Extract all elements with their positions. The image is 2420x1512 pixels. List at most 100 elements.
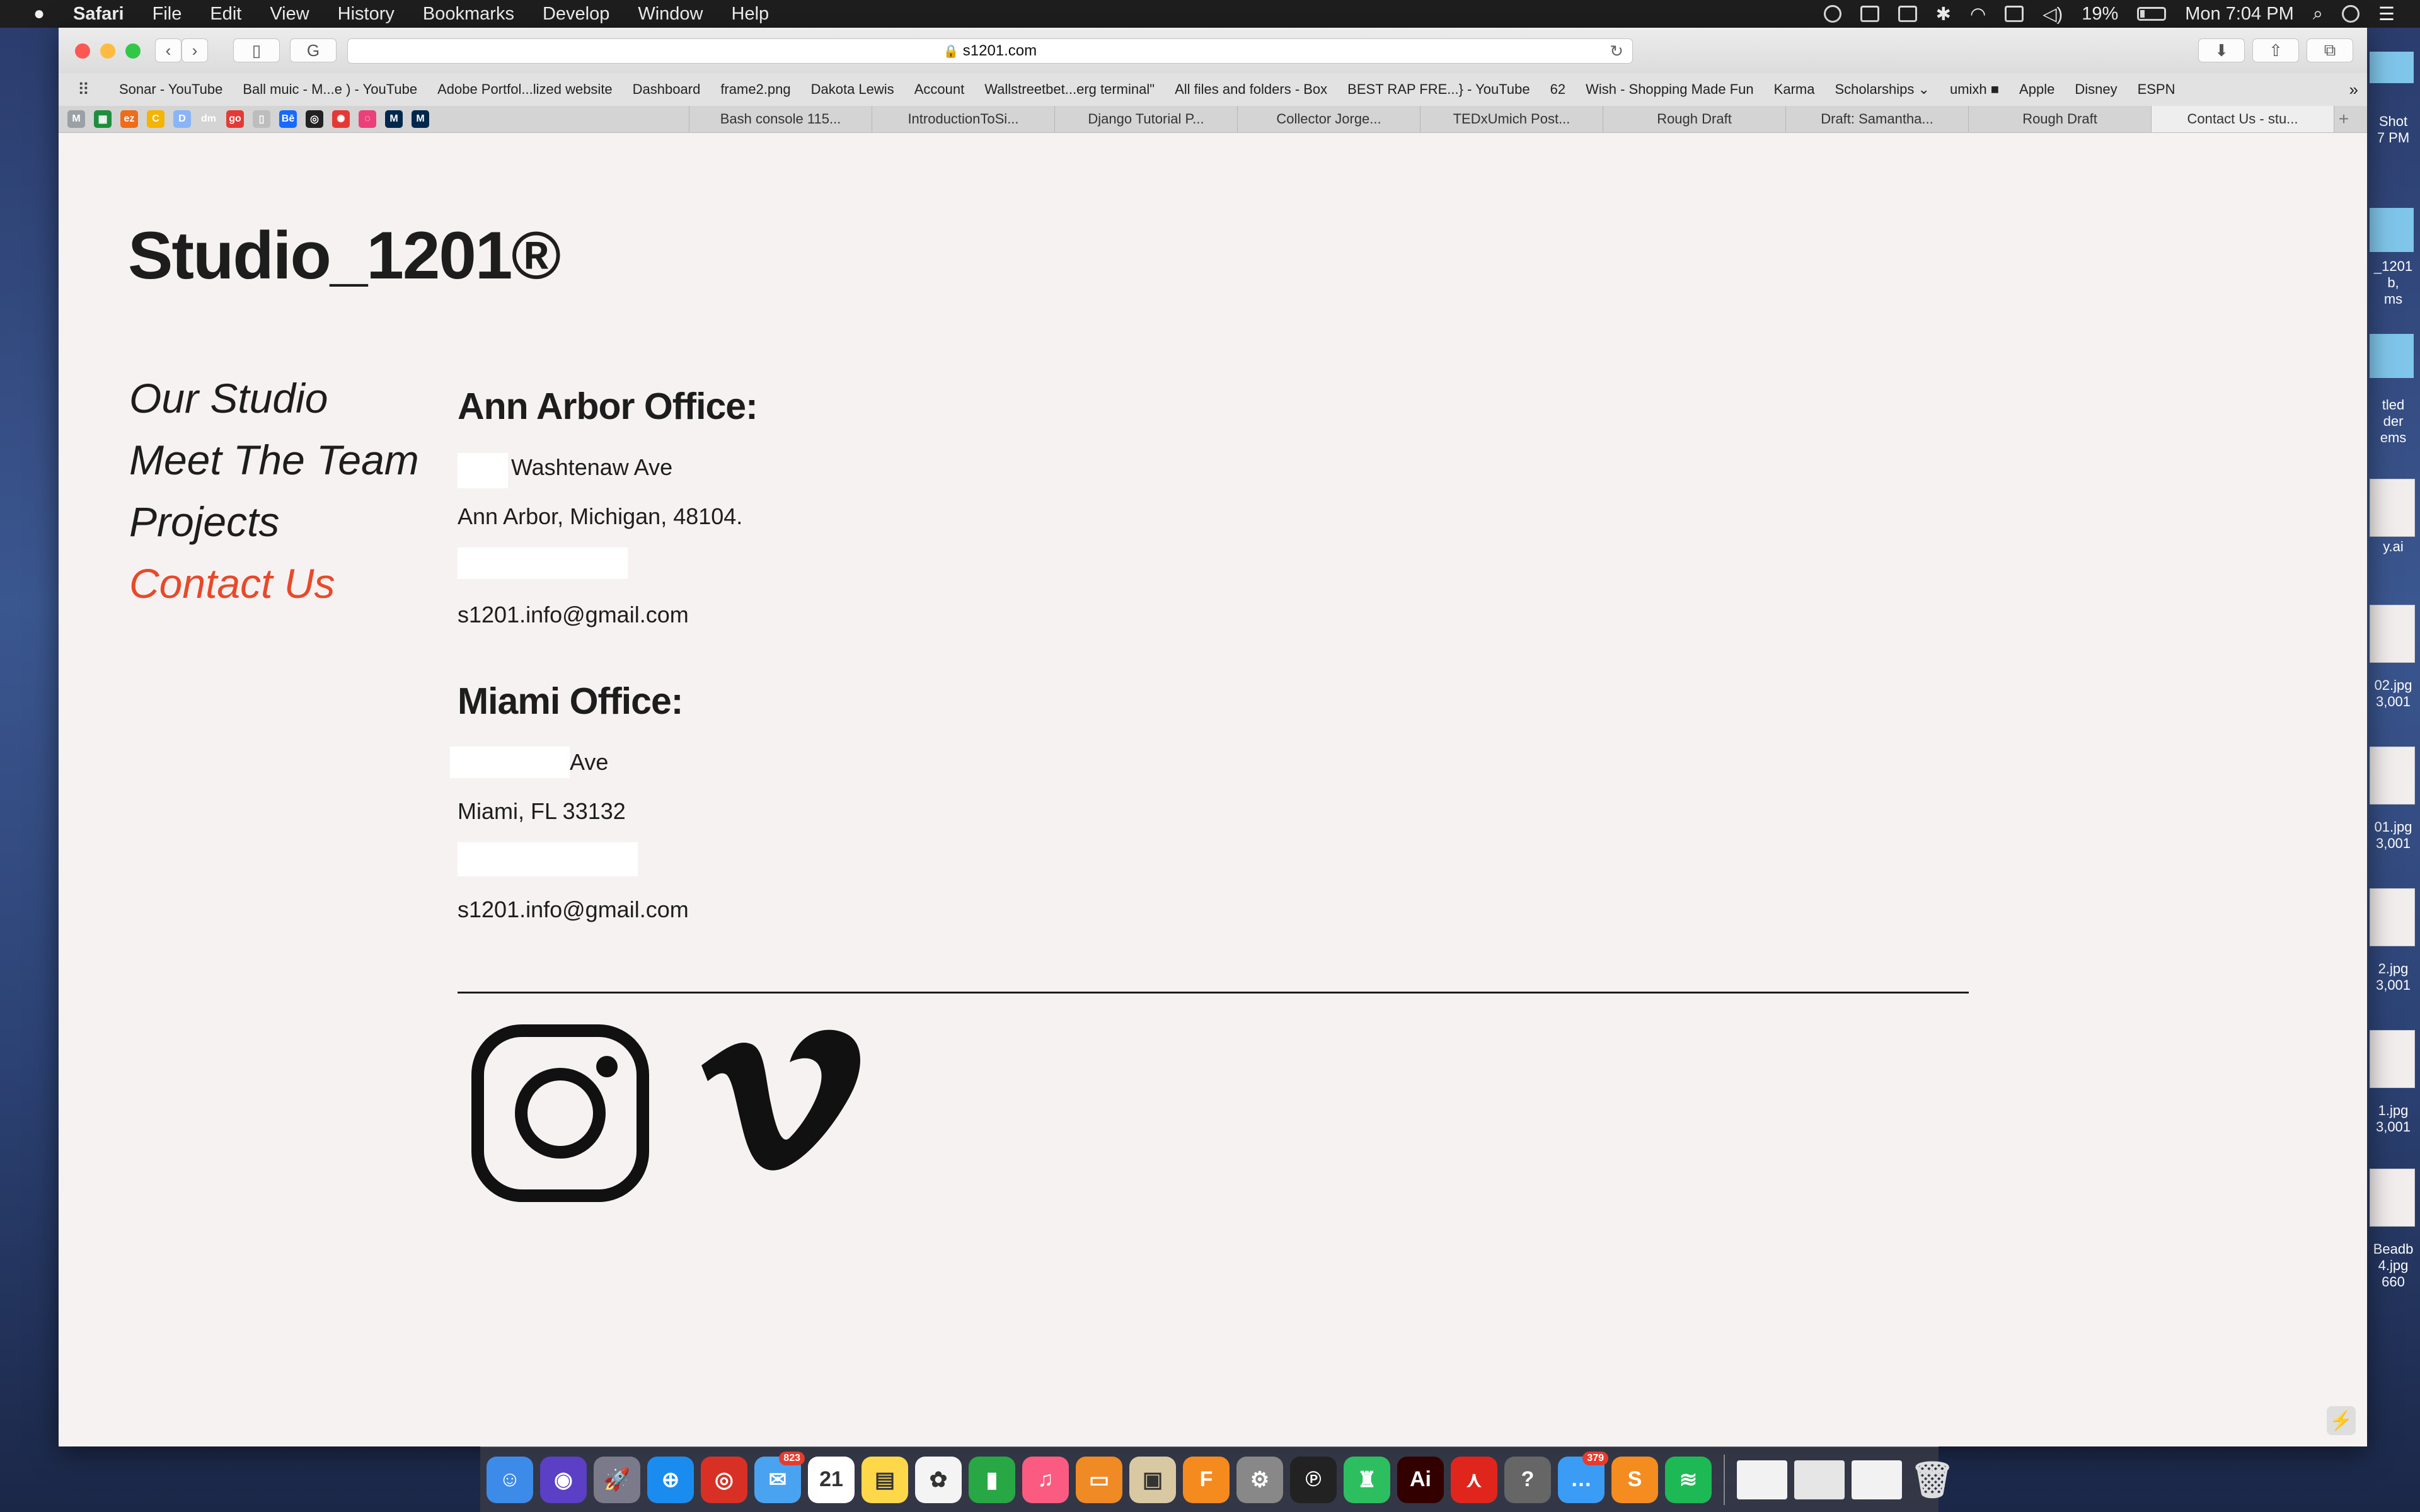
- close-window-button[interactable]: [75, 43, 90, 59]
- siri-icon[interactable]: [2342, 5, 2360, 23]
- pinned-tab-icon[interactable]: ▯: [253, 110, 270, 128]
- bookmark-item[interactable]: Apple: [2019, 81, 2054, 98]
- menu-view[interactable]: View: [270, 4, 309, 25]
- safari-icon[interactable]: ⊕: [647, 1456, 694, 1503]
- desktop-file-thumbnail[interactable]: [2370, 1169, 2415, 1227]
- desktop-file-thumbnail[interactable]: [2370, 479, 2415, 537]
- acrobat-icon[interactable]: ⋏: [1451, 1456, 1497, 1503]
- notes-icon[interactable]: ▤: [861, 1456, 908, 1503]
- menu-history[interactable]: History: [338, 4, 395, 25]
- site-logo[interactable]: Studio_1201®: [128, 216, 561, 294]
- pinned-tab-icon[interactable]: M: [67, 110, 85, 128]
- trash-icon[interactable]: 🗑: [1909, 1457, 1956, 1503]
- pinned-tab-icon[interactable]: ▦: [94, 110, 112, 128]
- bookmark-item[interactable]: frame2.png: [720, 81, 790, 98]
- dock-stack-icon[interactable]: [1794, 1460, 1845, 1499]
- pinned-tab-icon[interactable]: ◌: [359, 110, 376, 128]
- evernote-icon[interactable]: ♜: [1344, 1456, 1390, 1503]
- browser-tab[interactable]: Bash console 115...: [689, 106, 872, 132]
- grammarly-extension-icon[interactable]: G: [290, 38, 337, 62]
- menu-develop[interactable]: Develop: [543, 4, 609, 25]
- forward-button[interactable]: ›: [182, 38, 208, 62]
- browser-tab[interactable]: IntroductionToSi...: [872, 106, 1054, 132]
- bookmark-item[interactable]: Dakota Lewis: [811, 81, 894, 98]
- bookmarks-overflow-icon[interactable]: »: [2349, 80, 2358, 100]
- browser-tab[interactable]: Rough Draft: [1968, 106, 2151, 132]
- pinned-tab-icon[interactable]: D: [173, 110, 191, 128]
- desktop-file-label[interactable]: 1.jpg 3,001: [2366, 1102, 2420, 1135]
- fusion-icon[interactable]: F: [1183, 1456, 1230, 1503]
- dock-stack-icon[interactable]: [1737, 1460, 1787, 1499]
- dock-stack-icon[interactable]: [1852, 1460, 1902, 1499]
- bookmark-item[interactable]: ESPN: [2138, 81, 2175, 98]
- sublime-icon[interactable]: S: [1611, 1456, 1658, 1503]
- desktop-file-thumbnail[interactable]: [2370, 605, 2415, 663]
- address-bar[interactable]: 🔒 s1201.com ↻: [347, 38, 1633, 64]
- spotlight-icon[interactable]: ⌕: [2313, 4, 2323, 25]
- share-button[interactable]: ⇧: [2252, 38, 2299, 62]
- illustrator-icon[interactable]: Ai: [1397, 1456, 1444, 1503]
- desktop-file-label[interactable]: Shot 7 PM: [2366, 113, 2420, 146]
- notification-center-icon[interactable]: ☰: [2378, 3, 2395, 25]
- calendar-icon[interactable]: 21: [808, 1456, 855, 1503]
- browser-tab[interactable]: TEDxUmich Post...: [1420, 106, 1603, 132]
- pinned-tab-icon[interactable]: dm: [200, 110, 217, 128]
- desktop-file-thumbnail[interactable]: [2370, 747, 2415, 805]
- bookmark-item[interactable]: Wallstreetbet...erg terminal": [984, 81, 1155, 98]
- browser-tab[interactable]: Rough Draft: [1603, 106, 1785, 132]
- bookmark-item[interactable]: Ball muic - M...e ) - YouTube: [243, 81, 417, 98]
- bookmark-item[interactable]: Disney: [2075, 81, 2117, 98]
- bookmark-item[interactable]: Dashboard: [633, 81, 701, 98]
- bookmark-item[interactable]: BEST RAP FRE...} - YouTube: [1347, 81, 1530, 98]
- wifi-icon[interactable]: ◠: [1970, 3, 1986, 25]
- spotify-icon[interactable]: ≋: [1665, 1456, 1712, 1503]
- airplay-icon[interactable]: [2005, 6, 2024, 22]
- pinned-tab-icon[interactable]: Bē: [279, 110, 297, 128]
- creative-cloud-icon[interactable]: [1823, 5, 1841, 23]
- menu-help[interactable]: Help: [732, 4, 769, 25]
- pinned-tab-icon[interactable]: M: [412, 110, 429, 128]
- desktop-file-label[interactable]: y.ai: [2366, 539, 2420, 555]
- help-icon[interactable]: ?: [1504, 1456, 1551, 1503]
- clock[interactable]: Mon 7:04 PM: [2185, 4, 2293, 25]
- menu-edit[interactable]: Edit: [210, 4, 241, 25]
- desktop-folder-icon[interactable]: [2370, 334, 2414, 378]
- launchpad-icon[interactable]: 🚀: [594, 1456, 640, 1503]
- screen-icon[interactable]: [1898, 6, 1917, 22]
- instagram-icon[interactable]: [471, 1024, 649, 1205]
- show-tabs-button[interactable]: ⧉: [2307, 38, 2353, 62]
- zoom-window-button[interactable]: [125, 43, 141, 59]
- numbers-icon[interactable]: ▮: [969, 1456, 1015, 1503]
- desktop-file-thumbnail[interactable]: [2370, 52, 2414, 83]
- pinned-tab-icon[interactable]: M: [385, 110, 403, 128]
- bookmark-item[interactable]: Wish - Shopping Made Fun: [1586, 81, 1754, 98]
- mail-icon[interactable]: ✉ 823: [754, 1451, 805, 1503]
- pycharm-icon[interactable]: ℗: [1290, 1456, 1337, 1503]
- battery-icon[interactable]: [2137, 7, 2167, 21]
- nav-contact-us[interactable]: Contact Us: [129, 553, 419, 614]
- bluetooth-icon[interactable]: ✱: [1936, 3, 1951, 25]
- bookmark-item[interactable]: Karma: [1774, 81, 1815, 98]
- pinned-tab-icon[interactable]: ✺: [332, 110, 350, 128]
- desktop-file-thumbnail[interactable]: [2370, 888, 2415, 946]
- apple-menu-icon[interactable]: ●: [25, 3, 53, 25]
- lightning-icon[interactable]: ⚡: [2327, 1406, 2356, 1435]
- nav-our-studio[interactable]: Our Studio: [129, 367, 419, 429]
- downloads-button[interactable]: ⬇: [2198, 38, 2245, 62]
- volume-icon[interactable]: ◁): [2043, 3, 2063, 25]
- bookmark-item[interactable]: Sonar - YouTube: [119, 81, 222, 98]
- books-icon[interactable]: ▭: [1076, 1456, 1122, 1503]
- desktop-file-label[interactable]: _1201 b, ms: [2366, 258, 2420, 307]
- desktop-file-label[interactable]: 2.jpg 3,001: [2366, 961, 2420, 994]
- messages-icon[interactable]: … 379: [1558, 1451, 1608, 1503]
- nav-projects[interactable]: Projects: [129, 491, 419, 553]
- app-menu[interactable]: Safari: [73, 4, 124, 25]
- bookmark-item[interactable]: All files and folders - Box: [1175, 81, 1327, 98]
- desktop-file-label[interactable]: tled der ems: [2366, 397, 2420, 446]
- new-tab-button[interactable]: +: [2334, 106, 2353, 132]
- menu-window[interactable]: Window: [638, 4, 703, 25]
- bookmark-item[interactable]: Adobe Portfol...lized website: [437, 81, 613, 98]
- office-email[interactable]: s1201.info@gmail.com: [458, 896, 689, 923]
- desktop-file-thumbnail[interactable]: [2370, 1030, 2415, 1088]
- preview-icon[interactable]: ▣: [1129, 1456, 1176, 1503]
